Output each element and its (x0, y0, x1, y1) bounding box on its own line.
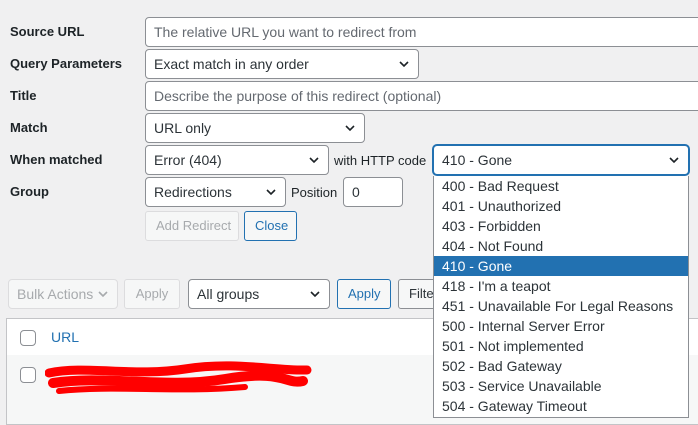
group-apply-button[interactable]: Apply (337, 279, 391, 309)
http-code-option[interactable]: 400 - Bad Request (434, 176, 688, 196)
bulk-apply-button[interactable]: Apply (124, 279, 180, 309)
title-input[interactable]: Describe the purpose of this redirect (o… (145, 81, 698, 111)
url-column-header[interactable]: URL (51, 329, 79, 345)
http-code-option[interactable]: 418 - I'm a teapot (434, 276, 688, 296)
match-value: URL only (154, 120, 212, 136)
group-value: Redirections (154, 184, 232, 200)
query-parameters-label: Query Parameters (10, 56, 123, 71)
query-parameters-value: Exact match in any order (154, 56, 309, 72)
add-redirect-button[interactable]: Add Redirect (145, 211, 239, 241)
http-code-option[interactable]: 504 - Gateway Timeout (434, 396, 688, 416)
close-button[interactable]: Close (244, 211, 297, 241)
http-code-option[interactable]: 401 - Unauthorized (434, 196, 688, 216)
group-select[interactable]: Redirections (145, 177, 286, 207)
chevron-down-icon (98, 291, 108, 298)
group-label: Group (10, 184, 49, 199)
http-code-value: 410 - Gone (442, 152, 513, 168)
bulk-actions-value: Bulk Actions (17, 286, 94, 302)
http-code-option[interactable]: 410 - Gone (434, 256, 688, 276)
chevron-down-icon (310, 291, 320, 298)
http-code-option[interactable]: 503 - Service Unavailable (434, 376, 688, 396)
when-matched-value: Error (404) (154, 152, 222, 168)
http-code-option[interactable]: 502 - Bad Gateway (434, 356, 688, 376)
http-code-dropdown[interactable]: 400 - Bad Request 401 - Unauthorized 403 -… (433, 176, 689, 418)
http-code-label: with HTTP code (334, 153, 427, 168)
http-code-option[interactable]: 404 - Not Found (434, 236, 688, 256)
when-matched-label: When matched (10, 152, 103, 167)
when-matched-select[interactable]: Error (404) (145, 145, 329, 175)
title-label: Title (10, 88, 37, 103)
groups-filter-select[interactable]: All groups (188, 279, 330, 309)
query-parameters-select[interactable]: Exact match in any order (145, 49, 419, 79)
http-code-select[interactable]: 410 - Gone (433, 145, 689, 175)
source-url-label: Source URL (10, 24, 85, 39)
chevron-down-icon (399, 61, 409, 68)
chevron-down-icon (669, 157, 679, 164)
position-label: Position (291, 185, 338, 200)
http-code-option[interactable]: 451 - Unavailable For Legal Reasons (434, 296, 688, 316)
chevron-down-icon (309, 157, 319, 164)
select-all-checkbox[interactable] (20, 330, 36, 346)
row-checkbox[interactable] (20, 367, 36, 383)
redacted-url-scribble (45, 361, 312, 394)
http-code-option[interactable]: 500 - Internal Server Error (434, 316, 688, 336)
http-code-option[interactable]: 501 - Not implemented (434, 336, 688, 356)
chevron-down-icon (266, 189, 276, 196)
chevron-down-icon (345, 125, 355, 132)
http-code-option[interactable]: 403 - Forbidden (434, 216, 688, 236)
match-select[interactable]: URL only (145, 113, 365, 143)
groups-filter-value: All groups (197, 286, 260, 302)
match-label: Match (10, 120, 48, 135)
position-input[interactable]: 0 (343, 177, 403, 207)
bulk-actions-select[interactable]: Bulk Actions (8, 279, 118, 309)
source-url-input[interactable]: The relative URL you want to redirect fr… (145, 17, 698, 47)
